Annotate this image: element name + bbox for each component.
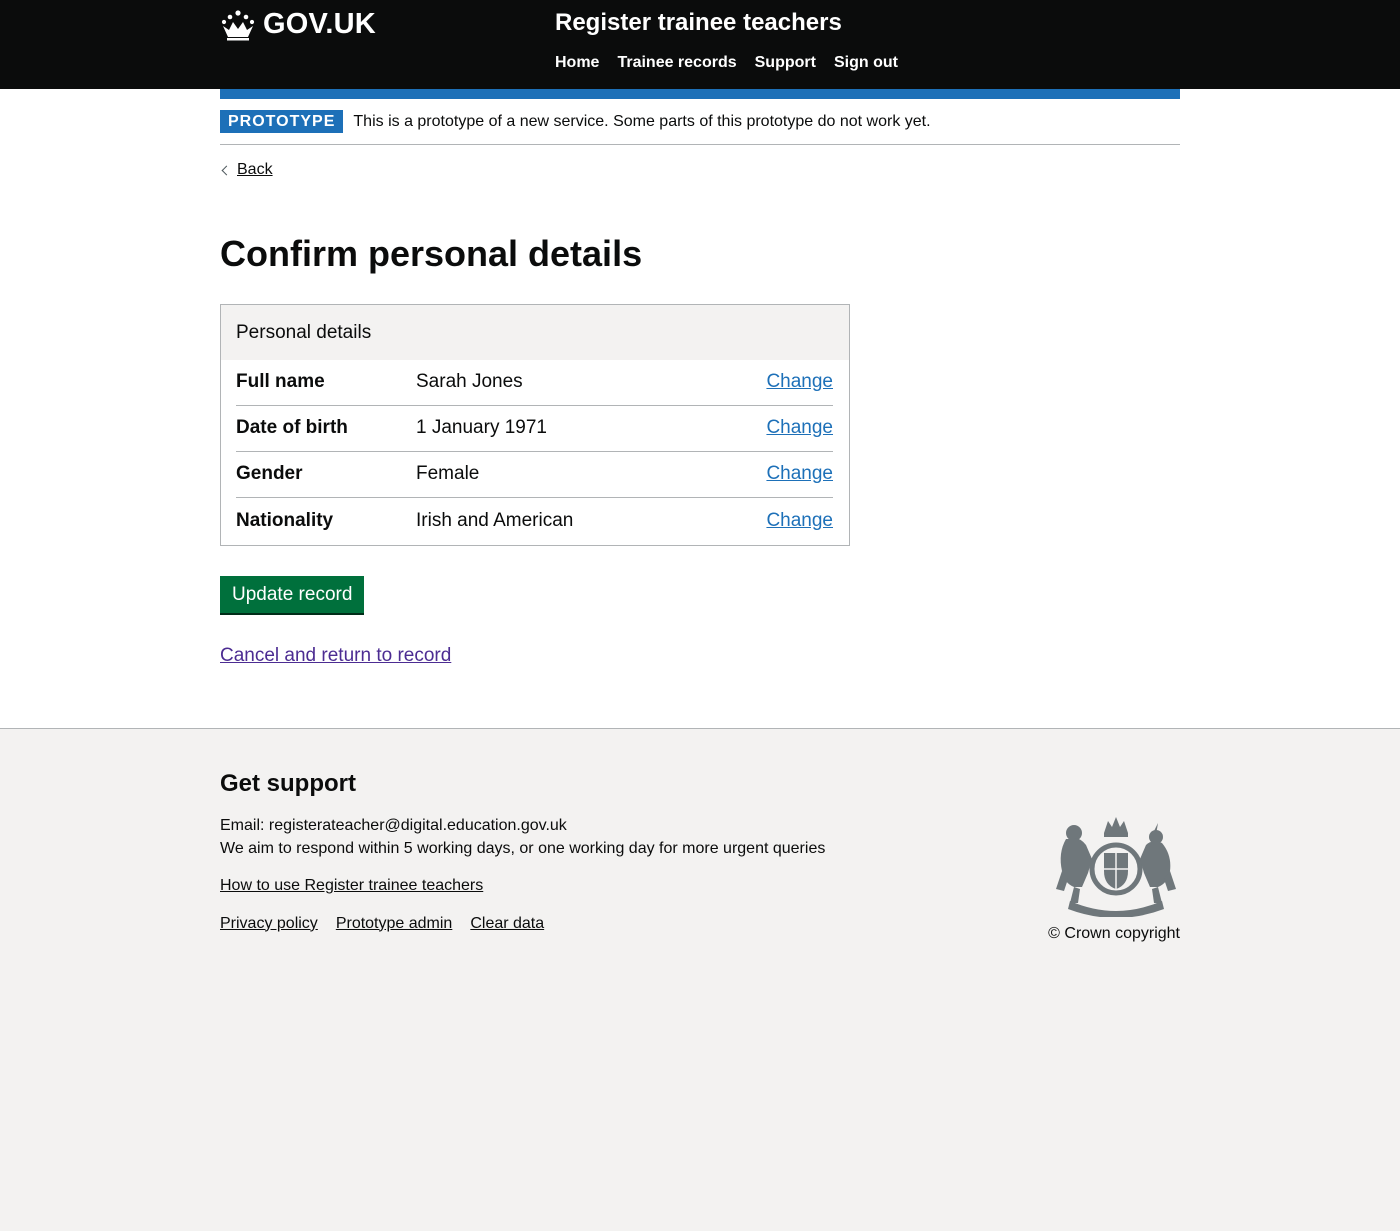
change-gender-link[interactable]: Change xyxy=(766,463,833,485)
summary-key: Date of birth xyxy=(236,417,348,439)
crown-icon xyxy=(221,9,255,40)
change-full-name-link[interactable]: Change xyxy=(766,371,833,393)
nav-home[interactable]: Home xyxy=(555,54,599,72)
email-label: Email: xyxy=(220,816,265,834)
royal-coat-of-arms-icon xyxy=(1052,813,1180,922)
clear-data-link[interactable]: Clear data xyxy=(470,915,544,933)
crown-copyright: © Crown copyright xyxy=(1048,925,1180,943)
how-to-use-link[interactable]: How to use Register trainee teachers xyxy=(220,877,1180,895)
phase-tag: PROTOTYPE xyxy=(220,110,344,133)
summary-row-full-name: Full name Sarah Jones Change xyxy=(236,360,833,406)
summary-value: Irish and American xyxy=(416,510,574,532)
card-title: Personal details xyxy=(221,304,849,360)
summary-row-gender: Gender Female Change xyxy=(236,452,833,498)
summary-key: Nationality xyxy=(236,510,334,532)
summary-key: Gender xyxy=(236,463,303,485)
site-footer: Get support Email: registerateacher@digi… xyxy=(0,727,1400,1219)
privacy-policy-link[interactable]: Privacy policy xyxy=(220,915,318,933)
header-blue-bar xyxy=(220,89,1180,99)
phase-banner: PROTOTYPE This is a prototype of a new s… xyxy=(220,99,1180,145)
summary-list: Full name Sarah Jones Change Date of bir… xyxy=(221,359,849,545)
summary-row-nationality: Nationality Irish and American Change xyxy=(236,498,833,545)
chevron-left-icon xyxy=(221,165,232,175)
nav-sign-out[interactable]: Sign out xyxy=(834,54,898,72)
crown-copyright-link[interactable]: © Crown copyright xyxy=(1048,925,1180,942)
cancel-and-return-link[interactable]: Cancel and return to record xyxy=(220,645,1180,667)
change-nationality-link[interactable]: Change xyxy=(766,510,833,532)
support-email-link[interactable]: registerateacher@digital.education.gov.u… xyxy=(269,817,567,834)
response-time-text: We aim to respond within 5 working days,… xyxy=(220,839,826,857)
phase-banner-text: This is a prototype of a new service. So… xyxy=(353,112,931,130)
personal-details-card: Personal details Full name Sarah Jones C… xyxy=(220,303,850,546)
summary-value: Female xyxy=(416,463,480,485)
summary-key: Full name xyxy=(236,371,325,393)
footer-email-line: Email: registerateacher@digital.educatio… xyxy=(220,817,1180,835)
service-name-link[interactable]: Register trainee teachers xyxy=(555,9,842,37)
change-date-of-birth-link[interactable]: Change xyxy=(766,417,833,439)
summary-value: Sarah Jones xyxy=(416,371,523,393)
site-header: GOV.UK Register trainee teachers Home Tr… xyxy=(0,0,1400,89)
back-link-wrapper: Back xyxy=(220,161,273,179)
govuk-logo-text: GOV.UK xyxy=(263,8,376,40)
page-title: Confirm personal details xyxy=(220,233,643,274)
main-container: PROTOTYPE This is a prototype of a new s… xyxy=(220,89,1180,667)
header-navigation: Home Trainee records Support Sign out xyxy=(555,54,916,72)
summary-value: 1 January 1971 xyxy=(416,417,547,439)
summary-row-date-of-birth: Date of birth 1 January 1971 Change xyxy=(236,406,833,452)
update-record-button[interactable]: Update record xyxy=(220,575,365,613)
govuk-logo-link[interactable]: GOV.UK xyxy=(220,8,376,41)
nav-trainee-records[interactable]: Trainee records xyxy=(617,54,736,72)
back-link[interactable]: Back xyxy=(237,161,273,179)
footer-heading: Get support xyxy=(220,769,356,797)
nav-support[interactable]: Support xyxy=(755,54,816,72)
prototype-admin-link[interactable]: Prototype admin xyxy=(336,915,453,933)
footer-links: Privacy policy Prototype admin Clear dat… xyxy=(220,915,1180,933)
